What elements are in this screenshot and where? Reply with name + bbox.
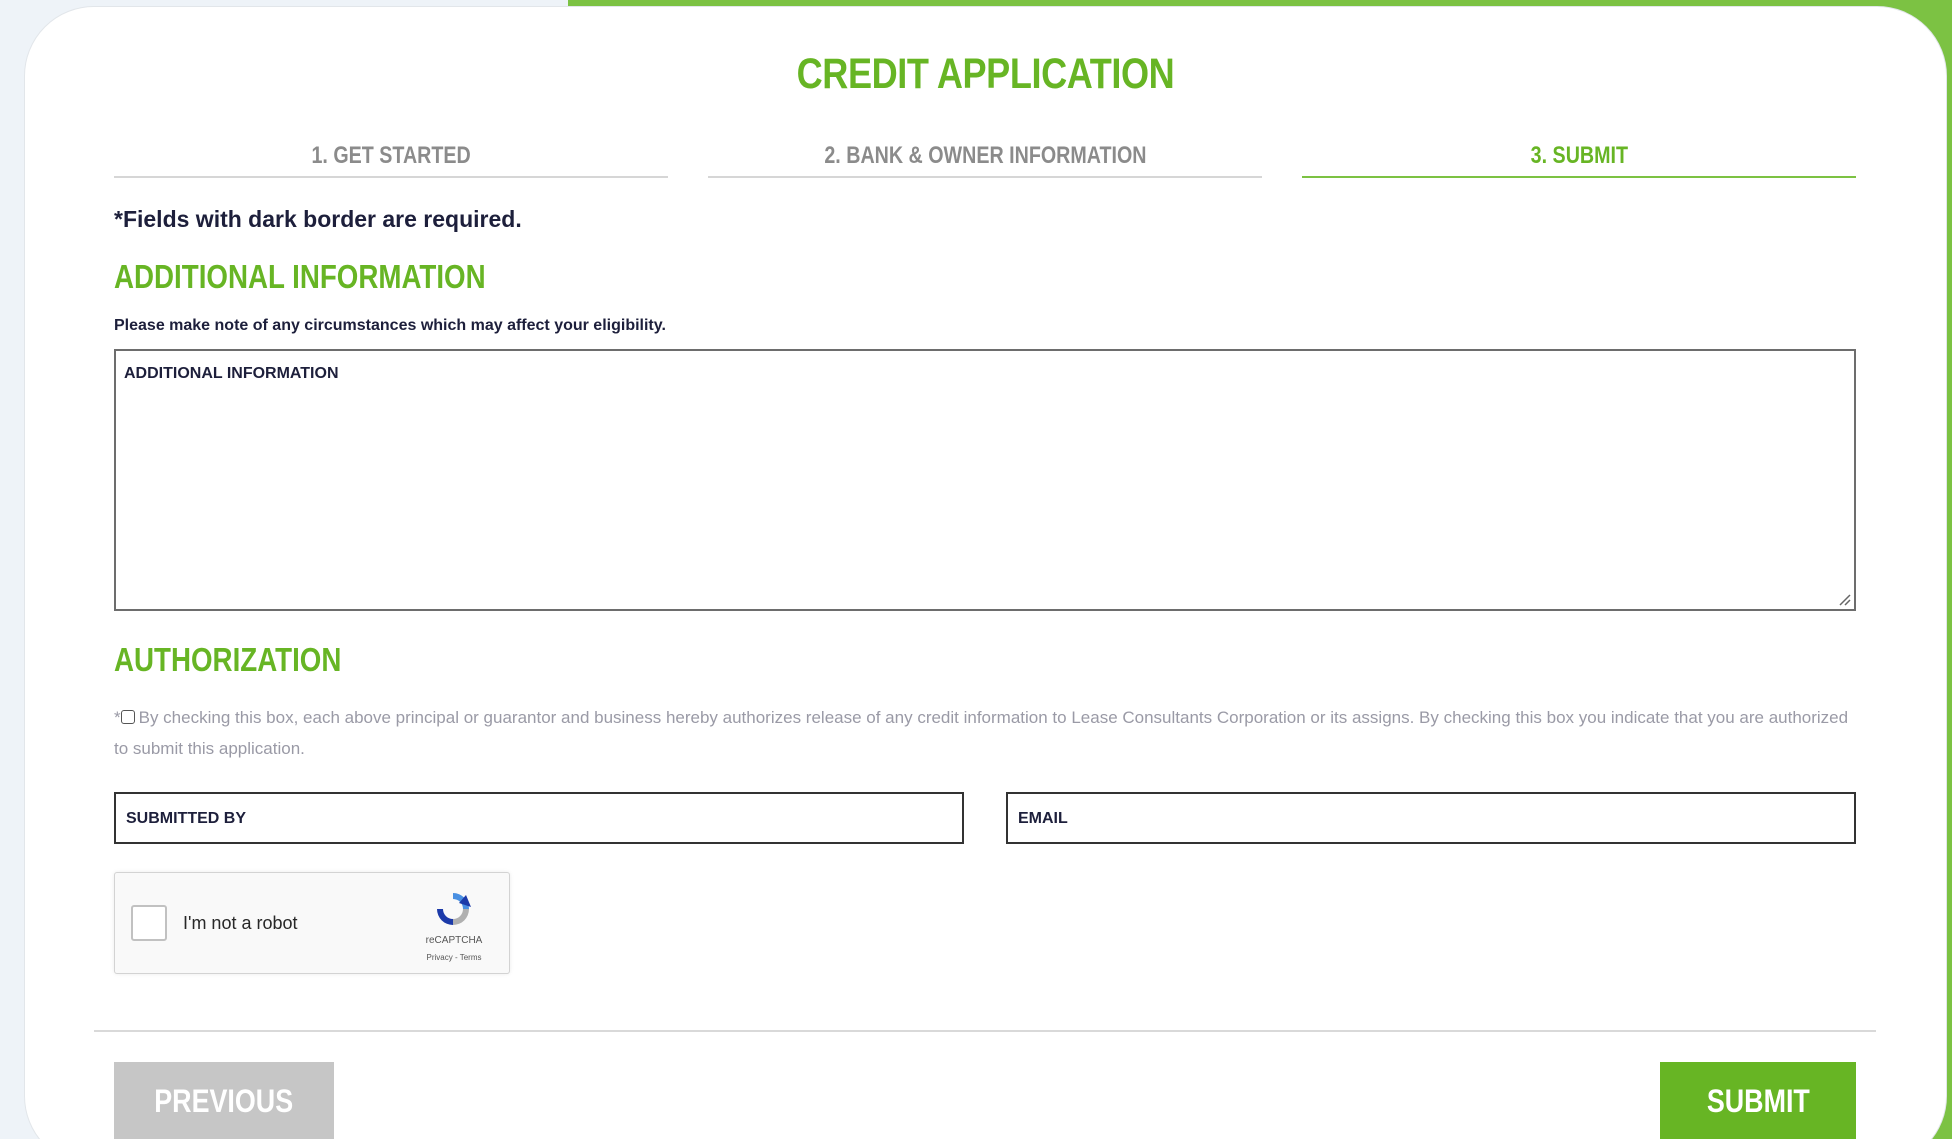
required-marker: * xyxy=(114,708,121,727)
authorization-checkbox[interactable] xyxy=(120,710,135,724)
step-submit[interactable]: 3. SUBMIT xyxy=(1302,142,1856,178)
step-label: 3. SUBMIT xyxy=(1530,142,1628,169)
authorization-statement: * By checking this box, each above princi… xyxy=(114,702,1856,764)
recaptcha-logo-icon xyxy=(437,893,471,925)
recaptcha-terms-link[interactable]: Privacy - Terms xyxy=(413,953,495,962)
step-bank-owner-information[interactable]: 2. BANK & OWNER INFORMATION xyxy=(708,142,1262,178)
previous-button[interactable]: PREVIOUS xyxy=(114,1062,334,1139)
email-field[interactable]: EMAIL xyxy=(1006,792,1856,844)
required-fields-note: *Fields with dark border are required. xyxy=(114,206,522,232)
recaptcha-brand: reCAPTCHA xyxy=(425,935,483,946)
recaptcha-label: I'm not a robot xyxy=(183,913,298,933)
previous-button-label: PREVIOUS xyxy=(154,1082,294,1119)
email-placeholder: EMAIL xyxy=(1018,810,1068,827)
additional-information-textarea[interactable]: ADDITIONAL INFORMATION xyxy=(114,349,1856,611)
submit-button-label: SUBMIT xyxy=(1706,1082,1810,1119)
submitted-by-placeholder: SUBMITTED BY xyxy=(126,810,246,827)
resize-grip-icon[interactable] xyxy=(1836,591,1852,607)
authorization-text: By checking this box, each above princip… xyxy=(114,708,1849,758)
step-get-started[interactable]: 1. GET STARTED xyxy=(114,142,668,178)
submit-button[interactable]: SUBMIT xyxy=(1660,1062,1856,1139)
recaptcha-widget: I'm not a robot reCAPTCHA Privacy - Term… xyxy=(114,872,510,974)
step-progress: 1. GET STARTED 2. BANK & OWNER INFORMATI… xyxy=(114,142,1856,178)
step-label: 2. BANK & OWNER INFORMATION xyxy=(823,142,1147,169)
textarea-placeholder: ADDITIONAL INFORMATION xyxy=(124,365,339,382)
page-title: CREDIT APPLICATION xyxy=(796,50,1175,98)
recaptcha-checkbox[interactable] xyxy=(131,905,167,941)
footer-divider xyxy=(94,1030,1876,1032)
submitted-by-field[interactable]: SUBMITTED BY xyxy=(114,792,964,844)
additional-information-heading: ADDITIONAL INFORMATION xyxy=(114,258,486,295)
step-label: 1. GET STARTED xyxy=(311,142,471,169)
authorization-heading: AUTHORIZATION xyxy=(114,641,342,678)
additional-information-helper: Please make note of any circumstances wh… xyxy=(114,317,666,334)
